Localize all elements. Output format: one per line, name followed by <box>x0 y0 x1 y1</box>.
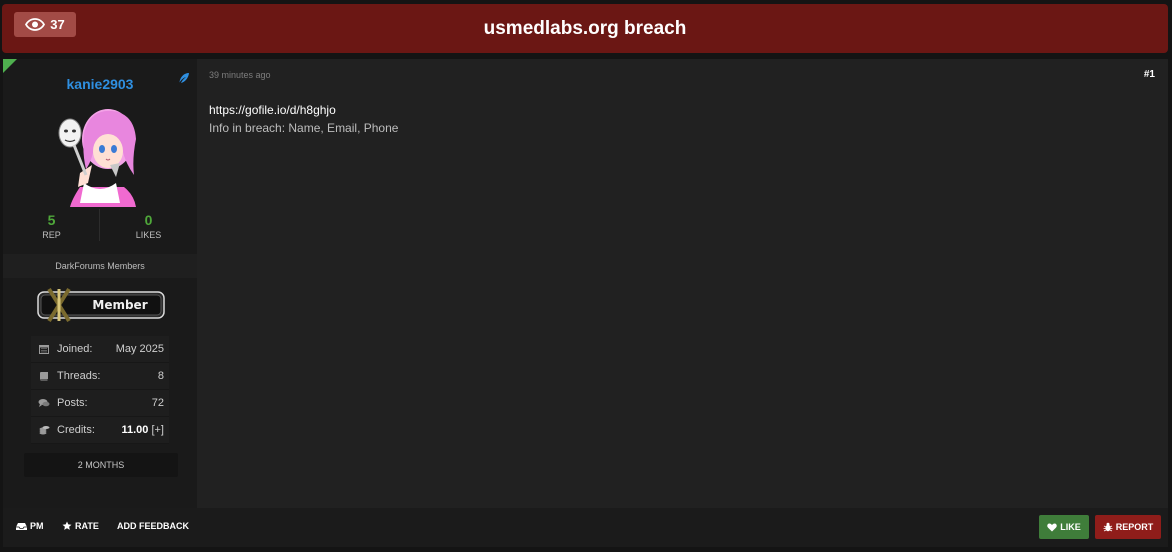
member-rank-badge: Member <box>37 287 165 323</box>
membership-duration: 2 MONTHS <box>24 453 178 477</box>
online-indicator <box>3 59 17 73</box>
info-label: Threads: <box>57 370 101 382</box>
rate-label: RATE <box>75 521 99 531</box>
feather-icon <box>179 73 189 83</box>
book-icon <box>31 371 57 381</box>
info-value: 8 <box>157 370 164 382</box>
post-body-link[interactable]: https://gofile.io/d/h8ghjo <box>209 103 336 117</box>
likes-value: 0 <box>144 212 153 228</box>
coins-icon <box>31 425 57 435</box>
info-value: May 2025 <box>115 343 164 355</box>
info-label: Credits: <box>57 424 95 436</box>
star-icon <box>62 521 72 530</box>
post-content: 39 minutes ago #1 https://gofile.io/d/h8… <box>197 59 1168 508</box>
bug-icon <box>1103 522 1113 532</box>
heart-icon <box>1047 523 1058 531</box>
post-container: kanie2903 5 REP 0 LIKES DarkForums Membe… <box>3 59 1168 547</box>
like-button[interactable]: LIKE <box>1039 515 1089 539</box>
author-info-table: Joined: May 2025 Threads: 8 Posts: 72 Cr… <box>31 336 169 444</box>
reputation-stat[interactable]: 5 REP <box>3 209 100 240</box>
info-row-joined: Joined: May 2025 <box>31 336 169 363</box>
post-footer: PM RATE ADD FEEDBACK LIKE REPORT <box>3 508 1168 547</box>
report-button[interactable]: REPORT <box>1095 515 1161 539</box>
like-label: LIKE <box>1060 522 1081 532</box>
rate-button[interactable]: RATE <box>62 521 99 531</box>
usergroup-label: DarkForums Members <box>3 254 197 278</box>
post-number-link[interactable]: #1 <box>1144 69 1155 80</box>
info-row-posts[interactable]: Posts: 72 <box>31 390 169 417</box>
add-credits-link[interactable]: [+] <box>151 424 164 436</box>
add-feedback-label: ADD FEEDBACK <box>117 521 189 531</box>
info-row-credits: Credits: 11.00 [+] <box>31 417 169 444</box>
page-title: usmedlabs.org breach <box>483 17 687 39</box>
author-username[interactable]: kanie2903 <box>3 76 197 92</box>
credits-amount: 11.00 <box>121 424 149 436</box>
pm-label: PM <box>30 521 44 531</box>
likes-stat[interactable]: 0 LIKES <box>100 209 197 240</box>
calendar-icon <box>31 344 57 354</box>
report-label: REPORT <box>1115 522 1154 532</box>
rank-label: Member <box>92 298 147 312</box>
post-body-text: Info in breach: Name, Email, Phone <box>209 121 399 135</box>
likes-label: LIKES <box>135 230 162 240</box>
thread-title-bar: 37 usmedlabs.org breach <box>2 4 1168 53</box>
author-stats: 5 REP 0 LIKES <box>3 209 197 245</box>
pm-button[interactable]: PM <box>16 521 44 531</box>
post-timestamp: 39 minutes ago <box>209 70 271 80</box>
avatar[interactable] <box>50 103 150 207</box>
reputation-label: REP <box>42 230 61 240</box>
author-sidebar: kanie2903 5 REP 0 LIKES DarkForums Membe… <box>3 59 197 508</box>
info-value: 72 <box>151 397 164 409</box>
info-label: Posts: <box>57 397 88 409</box>
reputation-value: 5 <box>47 212 56 228</box>
info-row-threads[interactable]: Threads: 8 <box>31 363 169 390</box>
add-feedback-button[interactable]: ADD FEEDBACK <box>117 521 189 531</box>
comments-icon <box>31 398 57 408</box>
info-label: Joined: <box>57 343 93 355</box>
inbox-icon <box>16 522 27 530</box>
credits-value: 11.00 [+] <box>121 424 169 436</box>
